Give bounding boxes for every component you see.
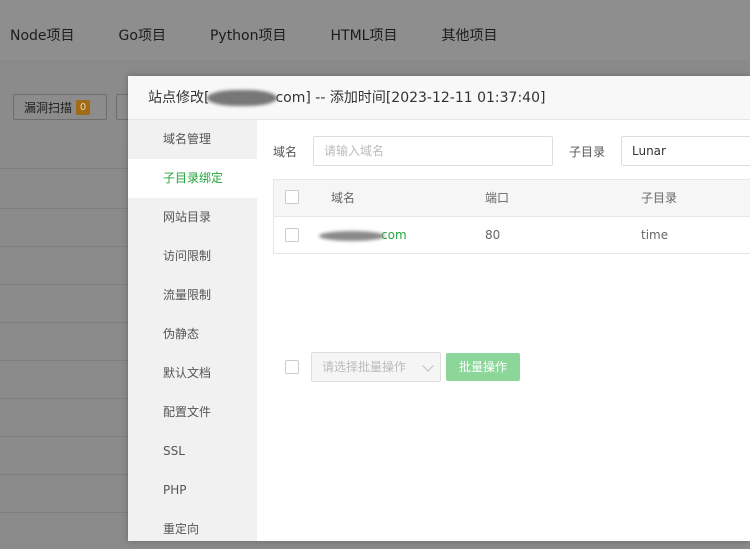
redacted-domain [207, 90, 278, 106]
domain-input[interactable] [313, 136, 553, 166]
project-tabs: Node项目 Go项目 Python项目 HTML项目 其他项目 [0, 10, 750, 60]
background-row-divider [0, 246, 140, 247]
subdirectory-input[interactable] [621, 136, 750, 166]
background-row-divider [0, 436, 140, 437]
background-top-bar [0, 0, 750, 10]
modal-content: 域名 子目录 域名 端口 子目录 com 80 time 请选择批量操作 批量操… [257, 120, 750, 541]
batch-checkbox[interactable] [285, 360, 299, 374]
sidebar-item-domain-management[interactable]: 域名管理 [128, 120, 257, 159]
domain-label: 域名 [273, 145, 298, 159]
sidebar-item-ssl[interactable]: SSL [128, 432, 257, 471]
table-header: 域名 端口 子目录 [274, 180, 750, 217]
background-row-divider [0, 360, 140, 361]
site-edit-modal: 站点修改[ com] -- 添加时间[2023-12-11 01:37:40] 域… [128, 76, 750, 541]
vulnerability-scan-button[interactable]: 漏洞扫描 0 [13, 94, 107, 120]
modal-title: 站点修改[ com] -- 添加时间[2023-12-11 01:37:40] [128, 76, 750, 120]
batch-operation-button[interactable]: 批量操作 [446, 353, 520, 381]
sidebar-item-php[interactable]: PHP [128, 471, 257, 510]
vulnerability-scan-label: 漏洞扫描 [24, 100, 73, 115]
subdirectory-table: 域名 端口 子目录 com 80 time [273, 179, 750, 254]
modal-title-prefix: 站点修改[ [148, 90, 210, 106]
batch-operation-select[interactable]: 请选择批量操作 [311, 352, 441, 382]
sidebar-item-access-restriction[interactable]: 访问限制 [128, 237, 257, 276]
row-checkbox[interactable] [285, 228, 299, 242]
scan-count-badge: 0 [76, 99, 91, 115]
row-domain[interactable]: com [319, 217, 407, 253]
background-row-divider [0, 512, 140, 513]
chevron-down-icon [422, 360, 434, 372]
sidebar-item-config-file[interactable]: 配置文件 [128, 393, 257, 432]
tab-python[interactable]: Python项目 [210, 25, 287, 45]
select-all-checkbox[interactable] [285, 190, 299, 204]
header-domain: 域名 [331, 191, 356, 205]
background-strip [0, 60, 750, 76]
sidebar-item-site-directory[interactable]: 网站目录 [128, 198, 257, 237]
header-port: 端口 [485, 191, 510, 205]
sidebar-item-default-document[interactable]: 默认文档 [128, 354, 257, 393]
modal-sidebar: 域名管理 子目录绑定 网站目录 访问限制 流量限制 伪静态 默认文档 配置文件 … [128, 120, 257, 541]
batch-select-placeholder: 请选择批量操作 [322, 360, 407, 374]
sidebar-item-rewrite[interactable]: 伪静态 [128, 315, 257, 354]
redacted-domain [319, 230, 385, 241]
row-subdirectory: time [641, 228, 669, 242]
background-row-divider [0, 322, 140, 323]
header-subdirectory: 子目录 [641, 191, 678, 205]
subdirectory-label: 子目录 [569, 145, 606, 159]
modal-title-suffix: com] -- 添加时间[2023-12-11 01:37:40] [275, 90, 546, 106]
tab-other[interactable]: 其他项目 [441, 25, 497, 45]
tab-go[interactable]: Go项目 [119, 25, 166, 45]
sidebar-item-subdirectory-binding[interactable]: 子目录绑定 [128, 159, 257, 198]
tab-node[interactable]: Node项目 [10, 25, 75, 45]
background-row-divider [0, 398, 140, 399]
sidebar-item-redirect[interactable]: 重定向 [128, 510, 257, 549]
background-row-divider [0, 474, 140, 475]
tab-html[interactable]: HTML项目 [331, 25, 398, 45]
table-row: com 80 time [274, 217, 750, 253]
row-port: 80 [485, 228, 501, 242]
background-row-divider [0, 168, 140, 169]
sidebar-item-traffic-limit[interactable]: 流量限制 [128, 276, 257, 315]
background-row-divider [0, 208, 140, 209]
background-row-divider [0, 284, 140, 285]
